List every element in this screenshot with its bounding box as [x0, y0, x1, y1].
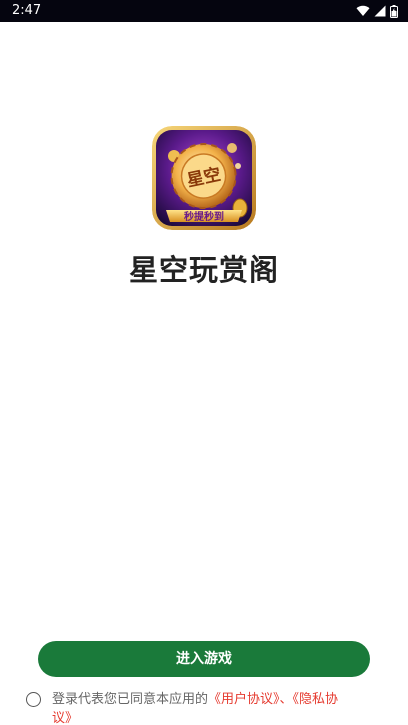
app-icon: 星空 秒提秒到: [152, 126, 256, 230]
battery-icon: [390, 4, 398, 18]
wifi-icon: [356, 5, 370, 17]
status-bar: 2:47: [0, 0, 408, 22]
app-icon-banner-text: 秒提秒到: [184, 210, 224, 223]
screen: 2:47 星空 秒提秒到 星空玩赏阁 进入游戏 登录代表您已同意本应用的《用户协…: [0, 0, 408, 725]
agreement-separator: 、: [279, 692, 293, 707]
app-name: 星空玩赏阁: [128, 253, 279, 287]
enter-game-button[interactable]: 进入游戏: [38, 641, 370, 677]
agreement-text: 登录代表您已同意本应用的《用户协议》、《隐私协议》: [52, 690, 352, 725]
signal-icon: [374, 5, 386, 17]
agree-radio[interactable]: [26, 692, 41, 707]
user-agreement-link[interactable]: 《用户协议》: [208, 692, 280, 707]
status-time: 2:47: [12, 3, 42, 18]
status-icons: [356, 4, 398, 18]
agreement-prefix: 登录代表您已同意本应用的: [52, 692, 209, 707]
